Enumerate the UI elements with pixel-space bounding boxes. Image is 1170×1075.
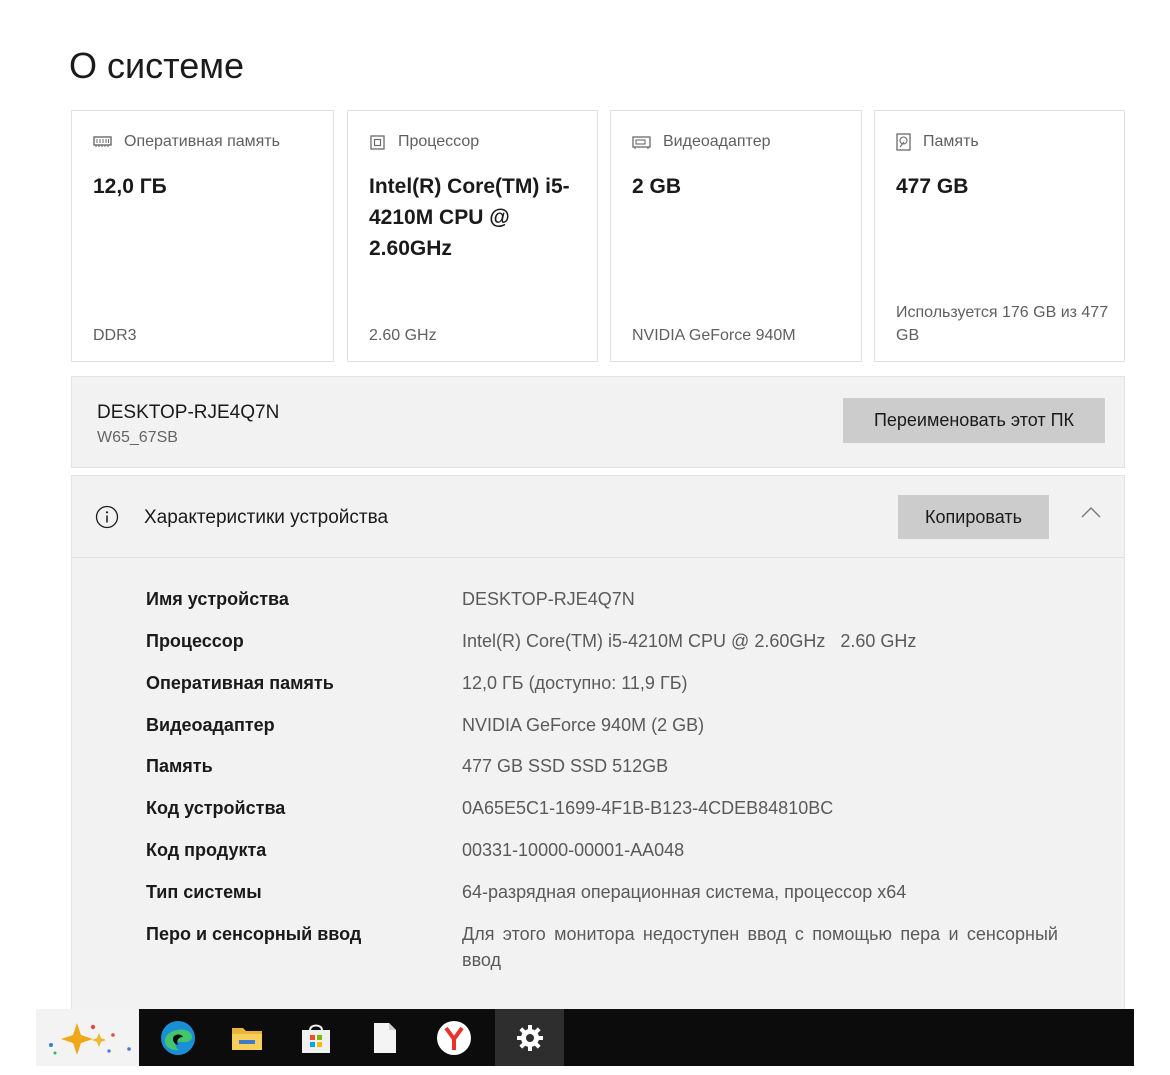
rename-pc-button[interactable]: Переименовать этот ПК [843, 398, 1105, 443]
pc-name: DESKTOP-RJE4Q7N [97, 402, 280, 423]
card-value: Intel(R) Core(TM) i5-4210M CPU @ 2.60GHz [369, 175, 570, 260]
spec-value: Для этого монитора недоступен ввод с пом… [462, 924, 1058, 970]
video-adapter-icon [632, 135, 651, 149]
yandex-browser-icon [436, 1020, 471, 1055]
card-label: Память [923, 133, 979, 150]
hardware-summary-cards: Оперативная память 12,0 ГБ DDR3 Процессо… [71, 110, 1125, 364]
card-footer: 2.60 GHz [369, 327, 437, 344]
notepad-icon [373, 1022, 396, 1053]
spec-value: NVIDIA GeForce 940M (2 GB) [462, 715, 705, 735]
pc-model: W65_67SB [97, 429, 178, 446]
taskbar-copilot-button[interactable] [36, 1009, 139, 1066]
store-icon [301, 1024, 330, 1053]
device-specifications-header[interactable]: Характеристики устройства Копировать [72, 476, 1124, 558]
spec-value: 12,0 ГБ (доступно: 11,9 ГБ) [462, 673, 688, 693]
taskbar-store-button[interactable] [281, 1009, 350, 1066]
page-title: О системе [69, 45, 244, 86]
spec-label: Код устройства [146, 798, 286, 818]
spec-label: Код продукта [146, 840, 267, 860]
card-label: Процессор [398, 133, 480, 150]
spec-label: Видеоадаптер [146, 715, 275, 735]
spec-value: Intel(R) Core(TM) i5-4210M CPU @ 2.60GHz… [462, 631, 917, 651]
ram-icon [93, 136, 112, 147]
card-storage: Память 477 GB Используется 176 GB из 477… [874, 110, 1125, 362]
card-video-adapter: Видеоадаптер 2 GB NVIDIA GeForce 940M [610, 110, 862, 362]
storage-icon [896, 133, 911, 151]
device-specifications-panel: Характеристики устройства Копировать Имя… [71, 475, 1125, 1015]
spec-label: Оперативная память [146, 673, 334, 693]
card-footer: Используется 176 GB из 477 GB [896, 304, 1109, 344]
card-label: Видеоадаптер [663, 133, 771, 150]
card-ram: Оперативная память 12,0 ГБ DDR3 [71, 110, 334, 362]
taskbar [36, 1009, 1134, 1066]
card-value: 2 GB [632, 175, 682, 198]
pc-name-panel: DESKTOP-RJE4Q7N W65_67SB Переименовать э… [71, 376, 1125, 468]
info-icon [95, 505, 119, 529]
spec-label: Перо и сенсорный ввод [146, 924, 362, 944]
card-footer: NVIDIA GeForce 940M [632, 327, 796, 344]
spec-label: Процессор [146, 631, 244, 651]
settings-icon [516, 1024, 543, 1051]
card-footer: DDR3 [93, 327, 137, 344]
spec-value: 0A65E5C1-1699-4F1B-B123-4CDEB84810BC [462, 798, 834, 818]
taskbar-notepad-button[interactable] [350, 1009, 419, 1066]
chevron-up-icon[interactable] [1081, 506, 1101, 518]
spec-label: Имя устройства [146, 589, 289, 609]
device-specifications-title: Характеристики устройства [144, 507, 389, 528]
card-processor: Процессор Intel(R) Core(TM) i5-4210M CPU… [347, 110, 598, 362]
spec-value: 64-разрядная операционная система, проце… [462, 882, 907, 902]
copilot-icon [48, 1022, 131, 1055]
taskbar-file-explorer-button[interactable] [212, 1009, 281, 1066]
file-explorer-icon [231, 1027, 262, 1050]
card-value: 12,0 ГБ [93, 175, 167, 198]
taskbar-yandex-browser-button[interactable] [419, 1009, 488, 1066]
spec-label: Тип системы [146, 882, 262, 902]
edge-icon [160, 1020, 195, 1055]
spec-label: Память [146, 756, 213, 776]
copy-button[interactable]: Копировать [898, 495, 1049, 539]
taskbar-settings-button[interactable] [495, 1009, 564, 1066]
spec-value: 00331-10000-00001-AA048 [462, 840, 685, 860]
processor-icon [370, 134, 385, 150]
taskbar-edge-button[interactable] [143, 1009, 212, 1066]
spec-value: 477 GB SSD SSD 512GB [462, 756, 669, 776]
card-label: Оперативная память [124, 133, 280, 150]
card-value: 477 GB [896, 175, 969, 198]
spec-value: DESKTOP-RJE4Q7N [462, 589, 635, 609]
